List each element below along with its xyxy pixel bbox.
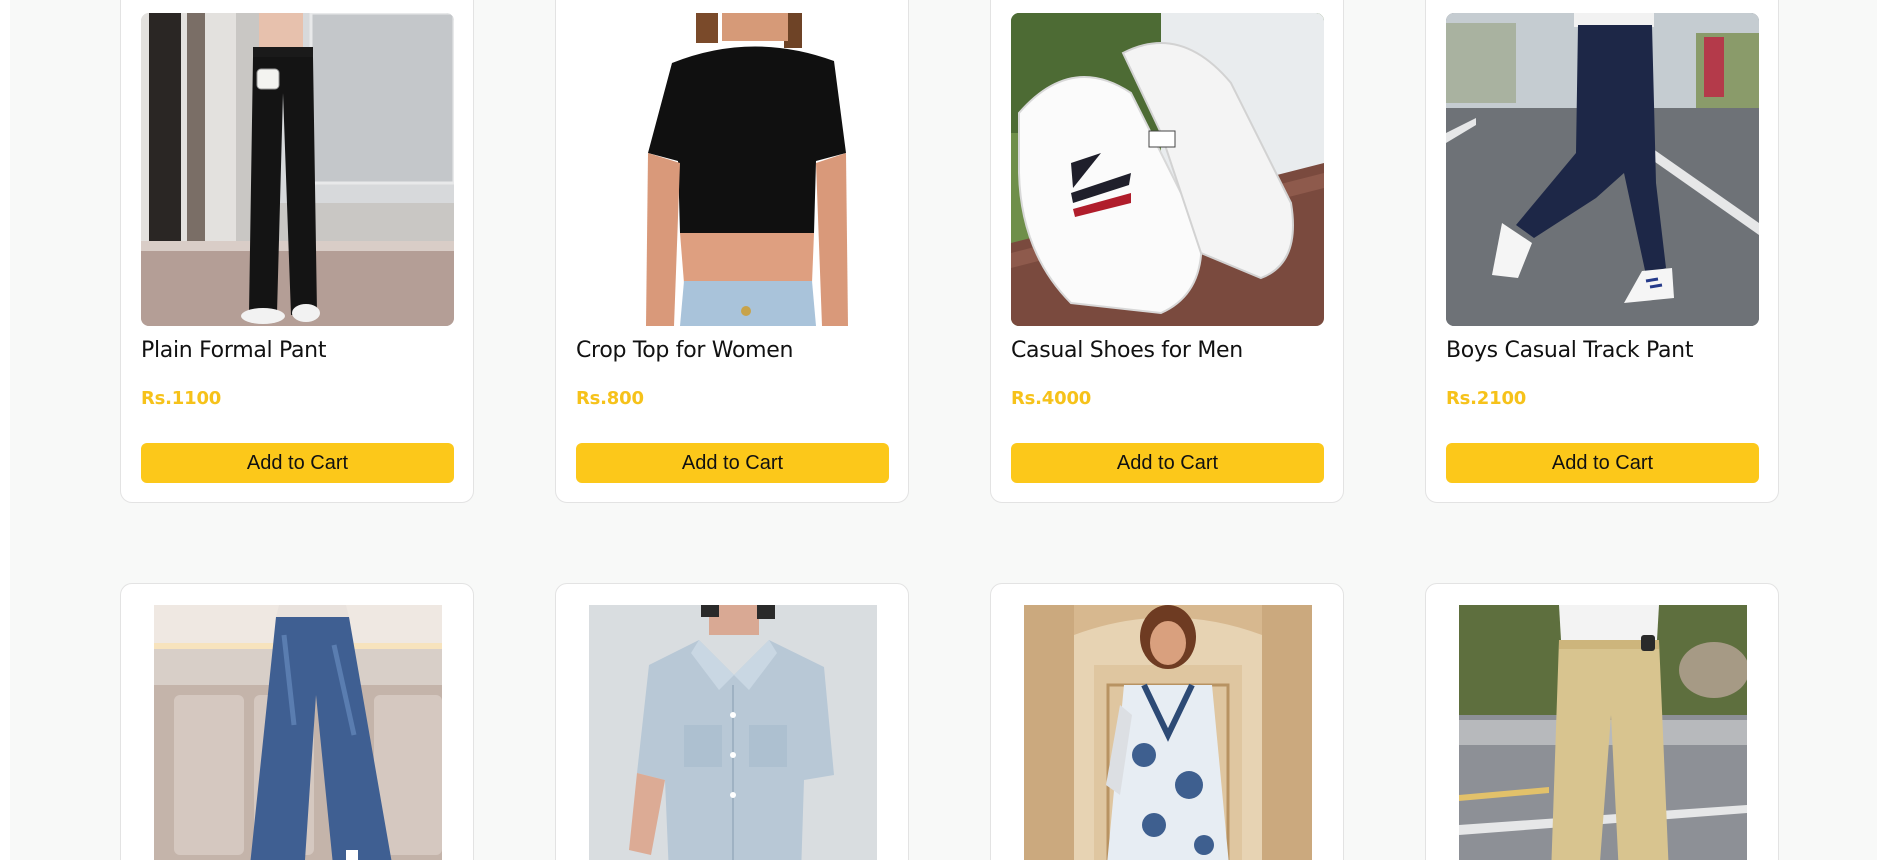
product-card: Crop Top for Women Rs.800 Add to Cart	[555, 0, 909, 503]
product-card	[990, 583, 1344, 860]
product-image[interactable]	[1459, 605, 1747, 860]
product-price: Rs.4000	[1011, 388, 1092, 409]
product-image[interactable]	[154, 605, 442, 860]
product-title[interactable]: Plain Formal Pant	[141, 338, 326, 363]
black-formal-pant-image	[141, 13, 454, 326]
product-title[interactable]: Boys Casual Track Pant	[1446, 338, 1693, 363]
product-card: Casual Shoes for Men Rs.4000 Add to Cart	[990, 0, 1344, 503]
product-card	[555, 583, 909, 860]
white-sneakers-image	[1011, 13, 1324, 326]
product-title[interactable]: Crop Top for Women	[576, 338, 793, 363]
product-image[interactable]	[141, 13, 454, 326]
product-card: Boys Casual Track Pant Rs.2100 Add to Ca…	[1425, 0, 1779, 503]
product-image[interactable]	[1024, 605, 1312, 860]
product-image[interactable]	[1011, 13, 1324, 326]
product-listing-page: Plain Formal Pant Rs.1100 Add to Cart Cr…	[10, 0, 1877, 860]
navy-track-pant-image	[1446, 13, 1759, 326]
floral-kurta-set-image	[1024, 605, 1312, 860]
product-card	[1425, 583, 1779, 860]
product-price: Rs.1100	[141, 388, 222, 409]
product-card	[120, 583, 474, 860]
product-title[interactable]: Casual Shoes for Men	[1011, 338, 1243, 363]
product-image[interactable]	[576, 13, 889, 326]
black-crop-top-image	[576, 13, 889, 326]
light-blue-shirt-image	[589, 605, 877, 860]
product-image[interactable]	[589, 605, 877, 860]
product-price: Rs.2100	[1446, 388, 1527, 409]
product-grid: Plain Formal Pant Rs.1100 Add to Cart Cr…	[10, 0, 1877, 860]
add-to-cart-button[interactable]: Add to Cart	[1011, 443, 1324, 483]
beige-chino-pant-image	[1459, 605, 1747, 860]
product-image[interactable]	[1446, 13, 1759, 326]
product-price: Rs.800	[576, 388, 644, 409]
add-to-cart-button[interactable]: Add to Cart	[1446, 443, 1759, 483]
add-to-cart-button[interactable]: Add to Cart	[576, 443, 889, 483]
blue-denim-jeans-image	[154, 605, 442, 860]
product-card: Plain Formal Pant Rs.1100 Add to Cart	[120, 0, 474, 503]
add-to-cart-button[interactable]: Add to Cart	[141, 443, 454, 483]
